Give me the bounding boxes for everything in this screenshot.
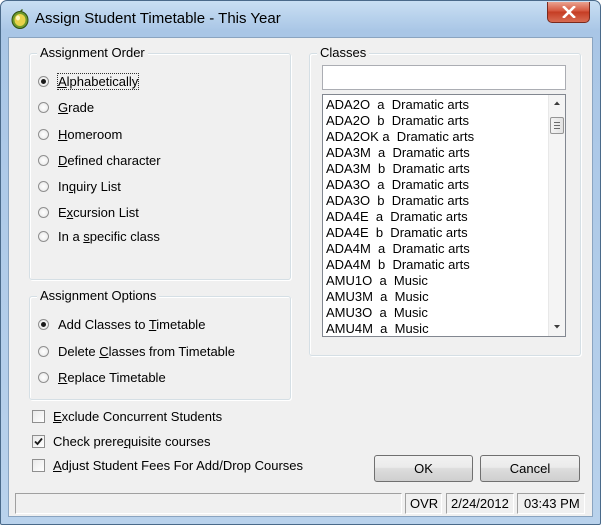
checkbox-label: Exclude Concurrent Students [53, 408, 223, 424]
radio-button[interactable] [38, 318, 49, 330]
radio-label: Homeroom [58, 126, 123, 142]
list-item[interactable]: ADA2O a Dramatic arts [326, 97, 544, 113]
scroll-thumb[interactable] [550, 117, 564, 134]
list-item[interactable]: AMU4M a Music [326, 321, 544, 336]
checkbox-box[interactable] [32, 434, 45, 448]
list-item[interactable]: ADA3O a Dramatic arts [326, 177, 544, 193]
radio-label: In a specific class [58, 228, 160, 244]
app-icon [11, 9, 29, 29]
radio-button[interactable] [38, 154, 49, 166]
assignment-order-group: Assignment Order Alphabetically Grade Ho… [29, 45, 291, 280]
radio-label: Defined character [58, 152, 161, 168]
radio-replace-timetable[interactable]: Replace Timetable [38, 368, 166, 386]
radio-defined-character[interactable]: Defined character [38, 151, 161, 169]
status-time: 03:43 PM [517, 493, 585, 514]
list-item[interactable]: AMU1O a Music [326, 273, 544, 289]
scroll-up-arrow-icon[interactable] [549, 95, 565, 111]
list-item[interactable]: ADA4M b Dramatic arts [326, 257, 544, 273]
list-item[interactable]: ADA3M a Dramatic arts [326, 145, 544, 161]
radio-inquiry-list[interactable]: Inquiry List [38, 177, 121, 195]
classes-listbox[interactable]: ADA2O a Dramatic arts ADA2O b Dramatic ar… [322, 94, 566, 337]
close-icon [562, 6, 576, 18]
radio-label: Alphabetically [56, 72, 140, 90]
status-mode: OVR [405, 493, 442, 514]
radio-label: Delete Classes from Timetable [58, 343, 236, 359]
classes-scrollbar[interactable] [548, 95, 565, 336]
radio-button[interactable] [38, 371, 49, 383]
status-message [15, 493, 402, 514]
classes-list: ADA2O a Dramatic arts ADA2O b Dramatic ar… [326, 97, 544, 336]
radio-button[interactable] [38, 206, 49, 218]
cancel-button[interactable]: Cancel [480, 455, 580, 482]
list-item[interactable]: ADA3M b Dramatic arts [326, 161, 544, 177]
radio-grade[interactable]: Grade [38, 98, 94, 116]
classes-filter-input[interactable] [322, 65, 566, 90]
check-prerequisite-checkbox[interactable]: Check prerequisite courses [32, 432, 211, 450]
classes-legend: Classes [317, 45, 370, 61]
list-item[interactable]: ADA4M a Dramatic arts [326, 241, 544, 257]
list-item[interactable]: ADA2O b Dramatic arts [326, 113, 544, 129]
radio-button[interactable] [38, 230, 49, 242]
radio-alphabetically[interactable]: Alphabetically [38, 72, 140, 90]
checkbox-box[interactable] [32, 458, 45, 472]
radio-button[interactable] [38, 75, 49, 87]
checkbox-label: Check prerequisite courses [53, 433, 211, 449]
radio-label: Add Classes to Timetable [58, 316, 206, 332]
ok-button[interactable]: OK [374, 455, 473, 482]
adjust-fees-checkbox[interactable]: Adjust Student Fees For Add/Drop Courses [32, 456, 303, 474]
radio-specific-class[interactable]: In a specific class [38, 227, 160, 245]
radio-label: Replace Timetable [58, 369, 166, 385]
radio-label: Excursion List [58, 204, 139, 220]
list-item[interactable]: ADA3O b Dramatic arts [326, 193, 544, 209]
radio-add-classes[interactable]: Add Classes to Timetable [38, 315, 205, 333]
radio-excursion-list[interactable]: Excursion List [38, 203, 139, 221]
radio-label: Grade [58, 99, 95, 115]
radio-homeroom[interactable]: Homeroom [38, 125, 122, 143]
radio-button[interactable] [38, 128, 49, 140]
assignment-options-legend: Assignment Options [37, 288, 160, 304]
status-date: 2/24/2012 [446, 493, 514, 514]
radio-delete-classes[interactable]: Delete Classes from Timetable [38, 342, 235, 360]
window-title: Assign Student Timetable - This Year [35, 10, 281, 27]
checkbox-box[interactable] [32, 409, 45, 423]
dialog-window: Assign Student Timetable - This Year Ass… [0, 0, 601, 525]
exclude-concurrent-checkbox[interactable]: Exclude Concurrent Students [32, 407, 222, 425]
radio-label: Inquiry List [58, 178, 121, 194]
radio-button[interactable] [38, 180, 49, 192]
checkbox-label: Adjust Student Fees For Add/Drop Courses [53, 457, 304, 473]
assignment-options-group: Assignment Options Add Classes to Timeta… [29, 288, 291, 400]
radio-button[interactable] [38, 101, 49, 113]
assignment-order-legend: Assignment Order [37, 45, 148, 61]
title-bar[interactable]: Assign Student Timetable - This Year [1, 1, 600, 37]
close-button[interactable] [547, 2, 590, 23]
list-item[interactable]: ADA2OK a Dramatic arts [326, 129, 544, 145]
list-item[interactable]: ADA4E b Dramatic arts [326, 225, 544, 241]
radio-button[interactable] [38, 345, 49, 357]
list-item[interactable]: ADA4E a Dramatic arts [326, 209, 544, 225]
list-item[interactable]: AMU3O a Music [326, 305, 544, 321]
scroll-down-arrow-icon[interactable] [549, 319, 565, 335]
checkmark-icon [34, 437, 43, 445]
status-bar: OVR 2/24/2012 03:43 PM [9, 493, 592, 515]
list-item[interactable]: AMU3M a Music [326, 289, 544, 305]
dialog-body: Assignment Order Alphabetically Grade Ho… [8, 37, 593, 517]
